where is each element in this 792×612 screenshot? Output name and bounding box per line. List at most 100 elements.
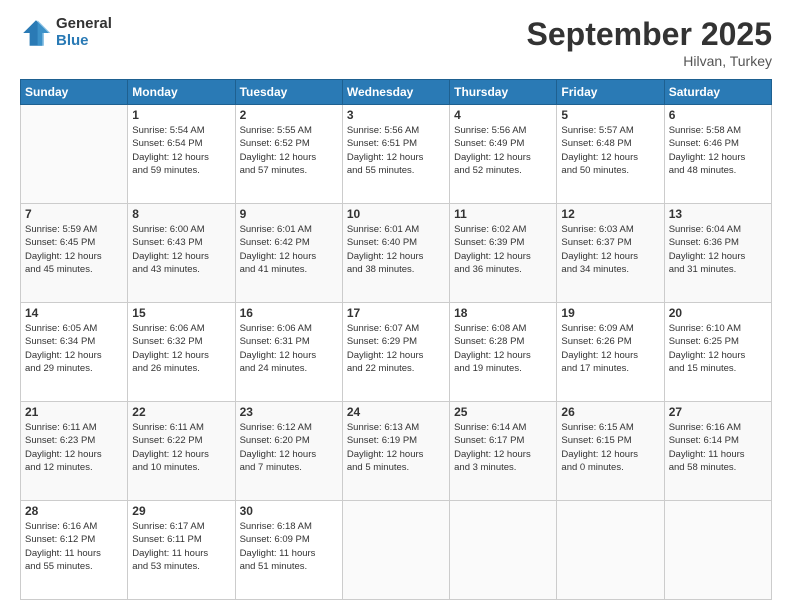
table-row: 18 Sunrise: 6:08 AM Sunset: 6:28 PM Dayli… [450, 303, 557, 402]
table-row: 22Sunrise: 6:11 AM Sunset: 6:22 PM Dayli… [128, 402, 235, 501]
day-info: Sunrise: 5:56 AM Sunset: 6:49 PM Dayligh… [454, 124, 552, 177]
table-row: 25Sunrise: 6:14 AM Sunset: 6:17 PM Dayli… [450, 402, 557, 501]
day-info: Sunrise: 6:08 AM Sunset: 6:28 PM Dayligh… [454, 322, 552, 375]
day-number: 27 [669, 405, 767, 419]
day-info: Sunrise: 6:14 AM Sunset: 6:17 PM Dayligh… [454, 421, 552, 474]
table-row: 3 Sunrise: 5:56 AM Sunset: 6:51 PM Daylig… [342, 105, 449, 204]
table-row [664, 501, 771, 600]
logo-general-text: General [56, 16, 112, 33]
day-number: 18 [454, 306, 552, 320]
day-info: Sunrise: 6:13 AM Sunset: 6:19 PM Dayligh… [347, 421, 445, 474]
table-row: 29 Sunrise: 6:17 AM Sunset: 6:11 PM Dayli… [128, 501, 235, 600]
col-saturday: Saturday [664, 80, 771, 105]
table-row: 28 Sunrise: 6:16 AM Sunset: 6:12 PM Dayli… [21, 501, 128, 600]
table-row: 9 Sunrise: 6:01 AM Sunset: 6:42 PM Daylig… [235, 204, 342, 303]
table-row: 12 Sunrise: 6:03 AM Sunset: 6:37 PM Dayli… [557, 204, 664, 303]
day-number: 10 [347, 207, 445, 221]
day-number: 4 [454, 108, 552, 122]
day-number: 7 [25, 207, 123, 221]
table-row: 20 Sunrise: 6:10 AM Sunset: 6:25 PM Dayli… [664, 303, 771, 402]
col-friday: Friday [557, 80, 664, 105]
table-row [450, 501, 557, 600]
day-info: Sunrise: 6:10 AM Sunset: 6:25 PM Dayligh… [669, 322, 767, 375]
day-info: Sunrise: 6:11 AM Sunset: 6:23 PM Dayligh… [25, 421, 123, 474]
table-row: 21 Sunrise: 6:11 AM Sunset: 6:23 PM Dayli… [21, 402, 128, 501]
day-number: 15 [132, 306, 230, 320]
day-info: Sunrise: 6:18 AM Sunset: 6:09 PM Dayligh… [240, 520, 338, 573]
day-info: Sunrise: 6:16 AM Sunset: 6:14 PM Dayligh… [669, 421, 767, 474]
day-number: 12 [561, 207, 659, 221]
day-info: Sunrise: 6:03 AM Sunset: 6:37 PM Dayligh… [561, 223, 659, 276]
table-row: 24 Sunrise: 6:13 AM Sunset: 6:19 PM Dayli… [342, 402, 449, 501]
col-thursday: Thursday [450, 80, 557, 105]
day-number: 28 [25, 504, 123, 518]
day-info: Sunrise: 5:58 AM Sunset: 6:46 PM Dayligh… [669, 124, 767, 177]
day-number: 9 [240, 207, 338, 221]
table-row: 23 Sunrise: 6:12 AM Sunset: 6:20 PM Dayli… [235, 402, 342, 501]
day-info: Sunrise: 5:57 AM Sunset: 6:48 PM Dayligh… [561, 124, 659, 177]
table-row: 10 Sunrise: 6:01 AM Sunset: 6:40 PM Dayli… [342, 204, 449, 303]
table-row: 1 Sunrise: 5:54 AM Sunset: 6:54 PM Daylig… [128, 105, 235, 204]
table-row: 16 Sunrise: 6:06 AM Sunset: 6:31 PM Dayli… [235, 303, 342, 402]
day-info: Sunrise: 6:06 AM Sunset: 6:31 PM Dayligh… [240, 322, 338, 375]
day-number: 21 [25, 405, 123, 419]
calendar-table: Sunday Monday Tuesday Wednesday Thursday… [20, 79, 772, 600]
day-info: Sunrise: 6:17 AM Sunset: 6:11 PM Dayligh… [132, 520, 230, 573]
page: General Blue September 2025 Hilvan, Turk… [0, 0, 792, 612]
col-sunday: Sunday [21, 80, 128, 105]
day-info: Sunrise: 6:07 AM Sunset: 6:29 PM Dayligh… [347, 322, 445, 375]
day-info: Sunrise: 6:06 AM Sunset: 6:32 PM Dayligh… [132, 322, 230, 375]
calendar-week-row: 7 Sunrise: 5:59 AM Sunset: 6:45 PM Daylig… [21, 204, 772, 303]
day-number: 22 [132, 405, 230, 419]
table-row [342, 501, 449, 600]
logo: General Blue [20, 16, 112, 49]
day-number: 16 [240, 306, 338, 320]
day-info: Sunrise: 5:59 AM Sunset: 6:45 PM Dayligh… [25, 223, 123, 276]
day-info: Sunrise: 6:01 AM Sunset: 6:40 PM Dayligh… [347, 223, 445, 276]
table-row: 13 Sunrise: 6:04 AM Sunset: 6:36 PM Dayli… [664, 204, 771, 303]
day-number: 1 [132, 108, 230, 122]
day-number: 19 [561, 306, 659, 320]
header: General Blue September 2025 Hilvan, Turk… [20, 16, 772, 69]
table-row: 27 Sunrise: 6:16 AM Sunset: 6:14 PM Dayli… [664, 402, 771, 501]
day-number: 11 [454, 207, 552, 221]
calendar-week-row: 21 Sunrise: 6:11 AM Sunset: 6:23 PM Dayli… [21, 402, 772, 501]
day-info: Sunrise: 6:12 AM Sunset: 6:20 PM Dayligh… [240, 421, 338, 474]
table-row: 4 Sunrise: 5:56 AM Sunset: 6:49 PM Daylig… [450, 105, 557, 204]
day-info: Sunrise: 6:01 AM Sunset: 6:42 PM Dayligh… [240, 223, 338, 276]
day-number: 20 [669, 306, 767, 320]
day-info: Sunrise: 5:54 AM Sunset: 6:54 PM Dayligh… [132, 124, 230, 177]
day-number: 5 [561, 108, 659, 122]
day-info: Sunrise: 6:04 AM Sunset: 6:36 PM Dayligh… [669, 223, 767, 276]
day-number: 2 [240, 108, 338, 122]
table-row [557, 501, 664, 600]
day-number: 8 [132, 207, 230, 221]
day-number: 26 [561, 405, 659, 419]
day-number: 13 [669, 207, 767, 221]
table-row [21, 105, 128, 204]
logo-icon [20, 17, 52, 49]
calendar-title: September 2025 [527, 16, 772, 53]
table-row: 6 Sunrise: 5:58 AM Sunset: 6:46 PM Daylig… [664, 105, 771, 204]
day-number: 29 [132, 504, 230, 518]
day-number: 23 [240, 405, 338, 419]
logo-blue-text: Blue [56, 33, 112, 50]
table-row: 15 Sunrise: 6:06 AM Sunset: 6:32 PM Dayli… [128, 303, 235, 402]
title-block: September 2025 Hilvan, Turkey [527, 16, 772, 69]
table-row: 26Sunrise: 6:15 AM Sunset: 6:15 PM Dayli… [557, 402, 664, 501]
logo-text: General Blue [56, 16, 112, 49]
table-row: 17Sunrise: 6:07 AM Sunset: 6:29 PM Dayli… [342, 303, 449, 402]
day-number: 24 [347, 405, 445, 419]
table-row: 30Sunrise: 6:18 AM Sunset: 6:09 PM Dayli… [235, 501, 342, 600]
day-info: Sunrise: 5:56 AM Sunset: 6:51 PM Dayligh… [347, 124, 445, 177]
calendar-week-row: 14Sunrise: 6:05 AM Sunset: 6:34 PM Dayli… [21, 303, 772, 402]
day-info: Sunrise: 6:09 AM Sunset: 6:26 PM Dayligh… [561, 322, 659, 375]
day-number: 3 [347, 108, 445, 122]
table-row: 11Sunrise: 6:02 AM Sunset: 6:39 PM Dayli… [450, 204, 557, 303]
calendar-subtitle: Hilvan, Turkey [527, 53, 772, 69]
day-info: Sunrise: 5:55 AM Sunset: 6:52 PM Dayligh… [240, 124, 338, 177]
day-number: 14 [25, 306, 123, 320]
table-row: 8Sunrise: 6:00 AM Sunset: 6:43 PM Daylig… [128, 204, 235, 303]
day-number: 6 [669, 108, 767, 122]
day-info: Sunrise: 6:16 AM Sunset: 6:12 PM Dayligh… [25, 520, 123, 573]
